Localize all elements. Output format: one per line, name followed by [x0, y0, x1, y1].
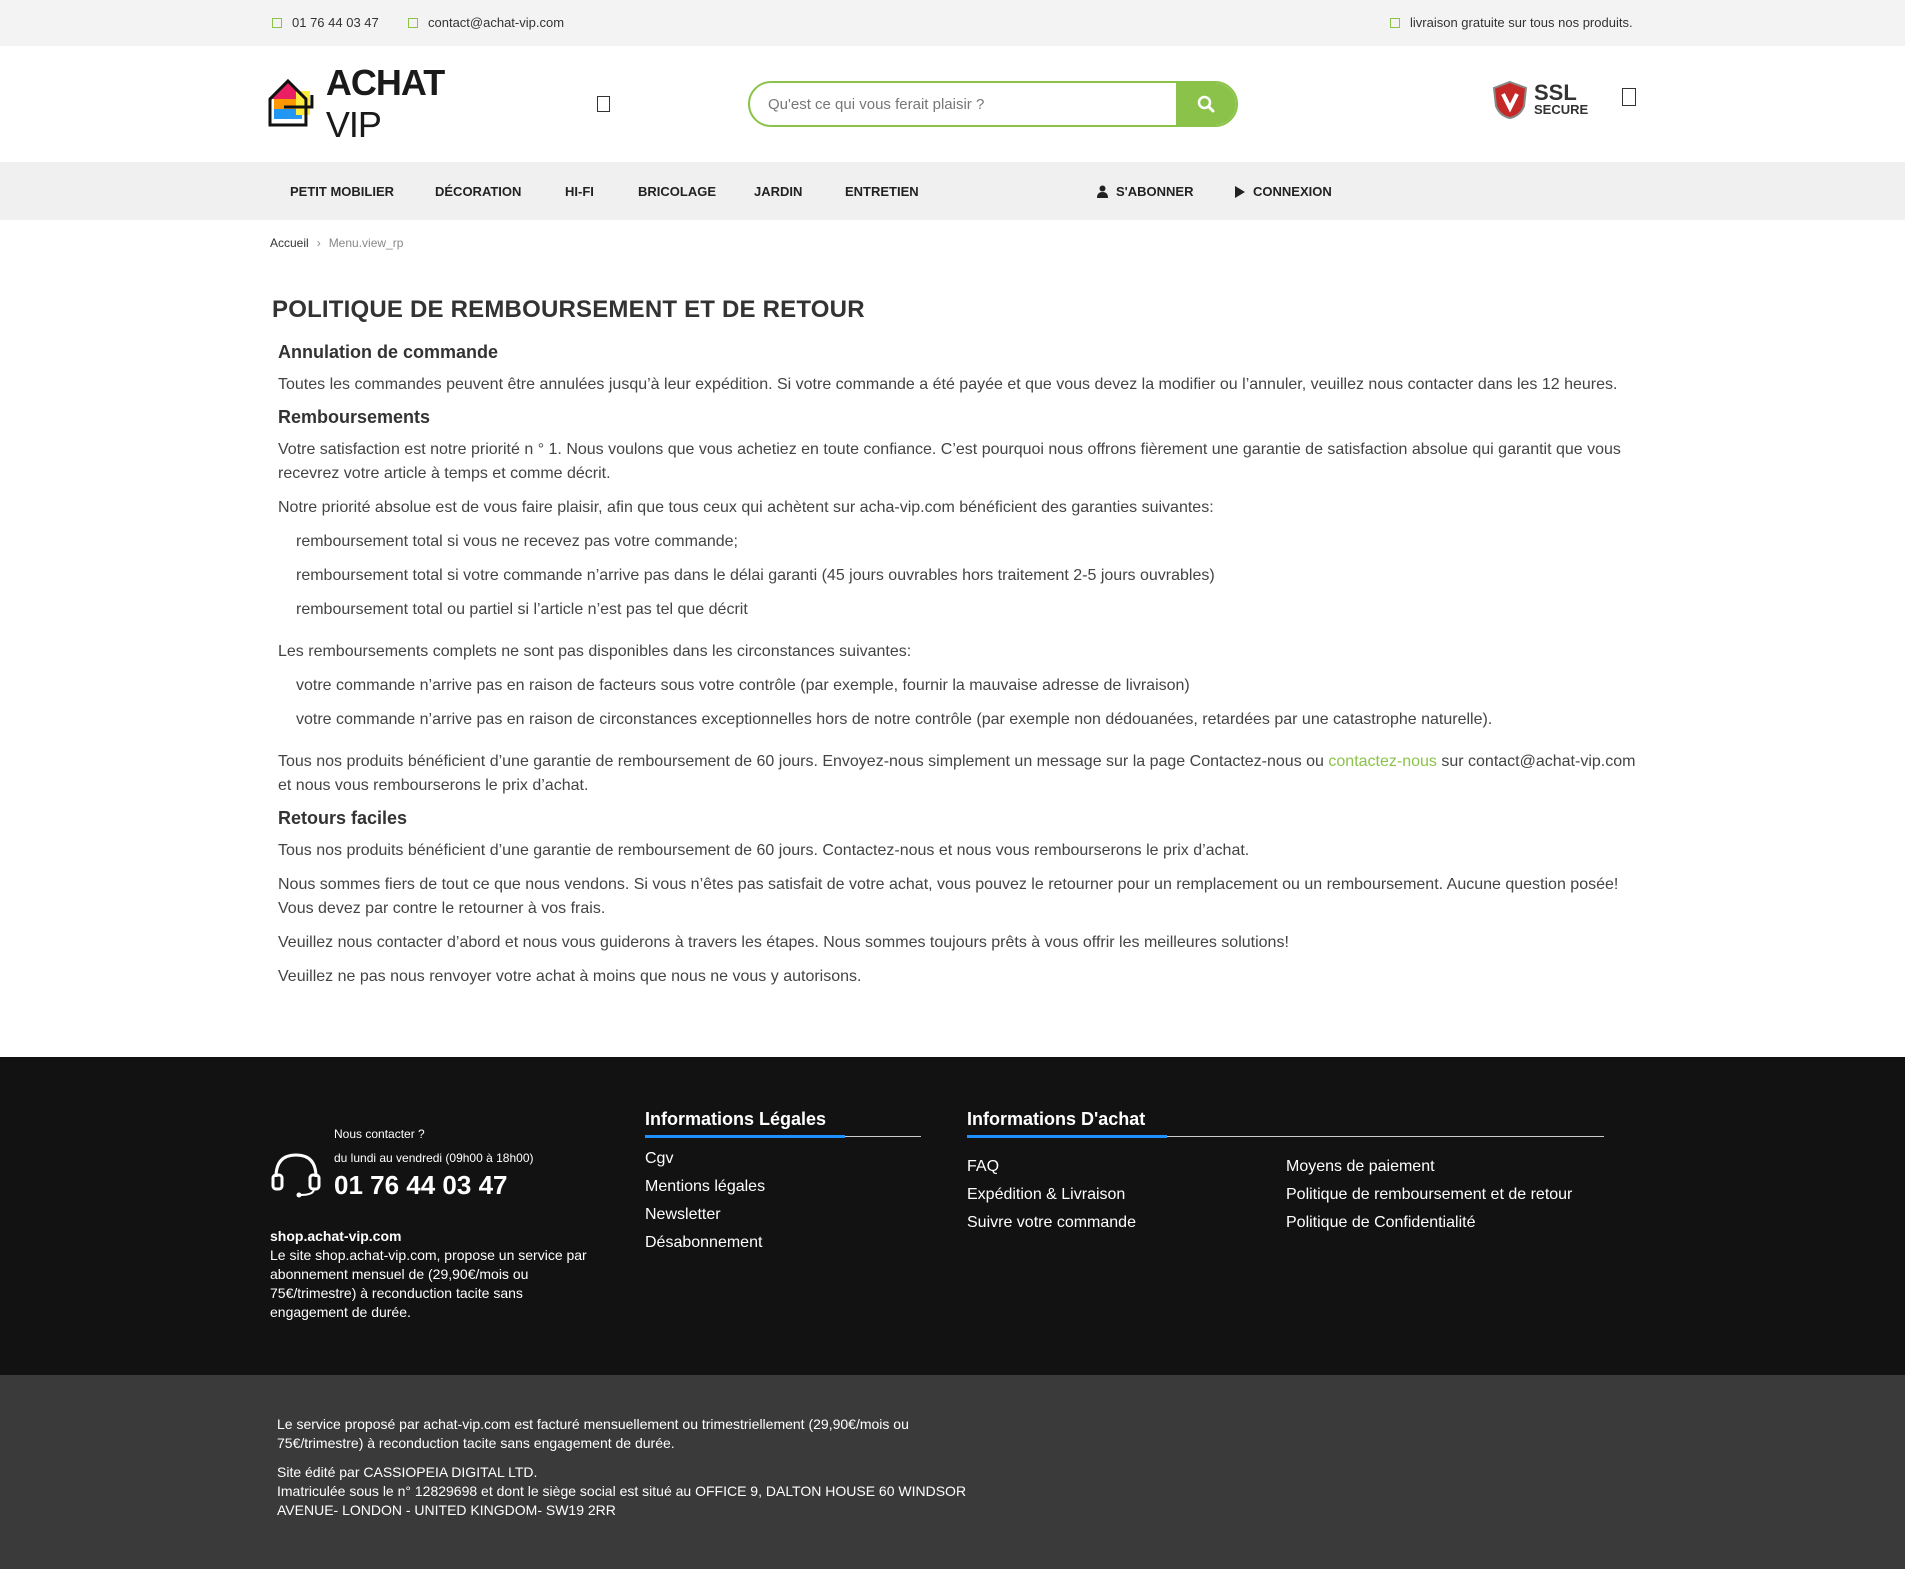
- search-bar: [748, 81, 1238, 127]
- billing-notice: Le service proposé par achat-vip.com est…: [277, 1416, 909, 1451]
- sub-footer: Le service proposé par achat-vip.com est…: [0, 1375, 1905, 1569]
- topbar-shipping-text: livraison gratuite sur tous nos produits…: [1410, 15, 1633, 30]
- logo-house-icon: [268, 78, 314, 127]
- ssl-line1: SSL: [1534, 80, 1577, 105]
- footer-purchase-column: Informations D'achat FAQ Expédition & Li…: [967, 1109, 1604, 1233]
- cart-icon[interactable]: [1622, 88, 1636, 106]
- top-bar: 01 76 44 03 47 contact@achat-vip.com liv…: [0, 0, 1905, 46]
- nav-item-bricolage[interactable]: BRICOLAGE: [638, 184, 716, 199]
- footer-legal-column: Informations Légales Cgv Mentions légale…: [645, 1109, 921, 1253]
- list-item: remboursement total ou partiel si l’arti…: [296, 601, 748, 618]
- about-title: shop.achat-vip.com: [270, 1228, 402, 1244]
- site-logo[interactable]: ACHAT VIP: [268, 62, 508, 145]
- page-title: POLITIQUE DE REMBOURSEMENT ET DE RETOUR: [272, 296, 865, 323]
- headset-icon: [271, 1153, 321, 1198]
- legal-heading: Informations Légales: [645, 1109, 921, 1138]
- topbar-phone-text: 01 76 44 03 47: [292, 15, 379, 30]
- list-item: votre commande n’arrive pas en raison de…: [296, 677, 1190, 694]
- subscribe-label: S'ABONNER: [1116, 184, 1194, 199]
- topbar-shipping: livraison gratuite sur tous nos produits…: [1390, 15, 1633, 30]
- returns-paragraph: Nous sommes fiers de tout ce que nous ve…: [278, 876, 1619, 917]
- list-item: remboursement total si vous ne recevez p…: [296, 533, 738, 550]
- search-button[interactable]: [1176, 83, 1236, 125]
- nav-item-hifi[interactable]: HI-FI: [565, 184, 594, 199]
- logo-sub: VIP: [325, 104, 382, 145]
- login-label: CONNEXION: [1253, 184, 1332, 199]
- topbar-email[interactable]: contact@achat-vip.com: [408, 15, 564, 30]
- footer-link-tracking[interactable]: Suivre votre commande: [967, 1213, 1286, 1233]
- user-icon: [1097, 185, 1108, 198]
- list-item: remboursement total si votre commande n’…: [296, 567, 1215, 584]
- refund-heading: Remboursements: [278, 407, 431, 427]
- main-nav: PETIT MOBILIER DÉCORATION HI-FI BRICOLAG…: [0, 162, 1905, 220]
- footer-link-mentions[interactable]: Mentions légales: [645, 1177, 921, 1197]
- breadcrumb: Accueil › Menu.view_rp: [270, 236, 403, 250]
- contact-link[interactable]: contactez-nous: [1328, 753, 1437, 770]
- contact-phone[interactable]: 01 76 44 03 47: [334, 1170, 534, 1201]
- truck-icon: [1390, 17, 1400, 28]
- company-address: Imatriculée sous le n° 12829698 et dont …: [277, 1483, 967, 1518]
- nav-item-entretien[interactable]: ENTRETIEN: [845, 184, 919, 199]
- returns-paragraph: Veuillez ne pas nous renvoyer votre acha…: [278, 968, 862, 985]
- refund-paragraph: Votre satisfaction est notre priorité n …: [278, 441, 1621, 482]
- cancel-text: Toutes les commandes peuvent être annulé…: [278, 376, 1618, 393]
- main-content: POLITIQUE DE REMBOURSEMENT ET DE RETOUR …: [272, 296, 1652, 999]
- exclusion-list: votre commande n’arrive pas en raison de…: [296, 674, 1652, 732]
- ssl-shield-icon: [1492, 80, 1528, 120]
- exclusions-intro: Les remboursements complets ne sont pas …: [278, 643, 912, 660]
- refund-guarantee-paragraph: Tous nos produits bénéficient d’une gara…: [278, 750, 1652, 798]
- footer-link-shipping[interactable]: Expédition & Livraison: [967, 1185, 1286, 1205]
- topbar-email-text: contact@achat-vip.com: [428, 15, 565, 30]
- search-input[interactable]: [750, 83, 1176, 125]
- footer-about: shop.achat-vip.com Le site shop.achat-vi…: [270, 1227, 590, 1322]
- nav-item-petit-mobilier[interactable]: PETIT MOBILIER: [290, 184, 394, 199]
- footer-link-cgv[interactable]: Cgv: [645, 1149, 921, 1169]
- phone-icon: [272, 17, 282, 28]
- policy-body: Annulation de commande Toutes les comman…: [278, 342, 1652, 989]
- logo-text: ACHAT VIP: [326, 62, 508, 146]
- footer-link-unsubscribe[interactable]: Désabonnement: [645, 1233, 921, 1253]
- refund-p3-start: Tous nos produits bénéficient d’une gara…: [278, 753, 1329, 770]
- footer-link-payment[interactable]: Moyens de paiement: [1286, 1157, 1572, 1177]
- footer-link-newsletter[interactable]: Newsletter: [645, 1205, 921, 1225]
- login-link[interactable]: CONNEXION: [1235, 184, 1332, 199]
- contact-hours: du lundi au vendredi (09h00 à 18h00): [334, 1151, 534, 1165]
- contact-label: Nous contacter ?: [334, 1127, 425, 1141]
- mail-icon: [408, 17, 418, 28]
- guarantee-list: remboursement total si vous ne recevez p…: [296, 530, 1652, 622]
- logo-main: ACHAT: [325, 62, 445, 103]
- footer-link-faq[interactable]: FAQ: [967, 1157, 1286, 1177]
- topbar-phone[interactable]: 01 76 44 03 47: [272, 15, 379, 30]
- breadcrumb-home[interactable]: Accueil: [270, 236, 309, 250]
- site-header: ACHAT VIP SSL SECURE: [0, 46, 1905, 162]
- purchase-heading: Informations D'achat: [967, 1109, 1604, 1138]
- subscribe-link[interactable]: S'ABONNER: [1097, 184, 1194, 199]
- publisher-notice: Site édité par CASSIOPEIA DIGITAL LTD.: [277, 1464, 538, 1480]
- returns-paragraph: Veuillez nous contacter d’abord et nous …: [278, 934, 1289, 951]
- about-text: Le site shop.achat-vip.com, propose un s…: [270, 1247, 587, 1320]
- breadcrumb-separator: ›: [316, 236, 321, 250]
- footer-link-privacy[interactable]: Politique de Confidentialité: [1286, 1213, 1572, 1233]
- search-icon: [1197, 95, 1215, 113]
- breadcrumb-current: Menu.view_rp: [328, 236, 404, 250]
- footer-contact: Nous contacter ? du lundi au vendredi (0…: [270, 1122, 534, 1201]
- refund-paragraph: Notre priorité absolue est de vous faire…: [278, 499, 1214, 516]
- play-icon: [1235, 185, 1245, 198]
- returns-paragraph: Tous nos produits bénéficient d’une gara…: [278, 842, 1250, 859]
- cancel-heading: Annulation de commande: [278, 342, 499, 362]
- ssl-badge: SSL SECURE: [1492, 80, 1588, 120]
- list-item: votre commande n’arrive pas en raison de…: [296, 711, 1493, 728]
- site-footer: Nous contacter ? du lundi au vendredi (0…: [0, 1057, 1905, 1375]
- nav-item-jardin[interactable]: JARDIN: [754, 184, 802, 199]
- footer-link-refund-policy[interactable]: Politique de remboursement et de retour: [1286, 1185, 1572, 1205]
- nav-item-decoration[interactable]: DÉCORATION: [435, 184, 521, 199]
- returns-heading: Retours faciles: [278, 808, 408, 828]
- ssl-line2: SECURE: [1534, 102, 1589, 117]
- menu-icon[interactable]: [597, 96, 610, 112]
